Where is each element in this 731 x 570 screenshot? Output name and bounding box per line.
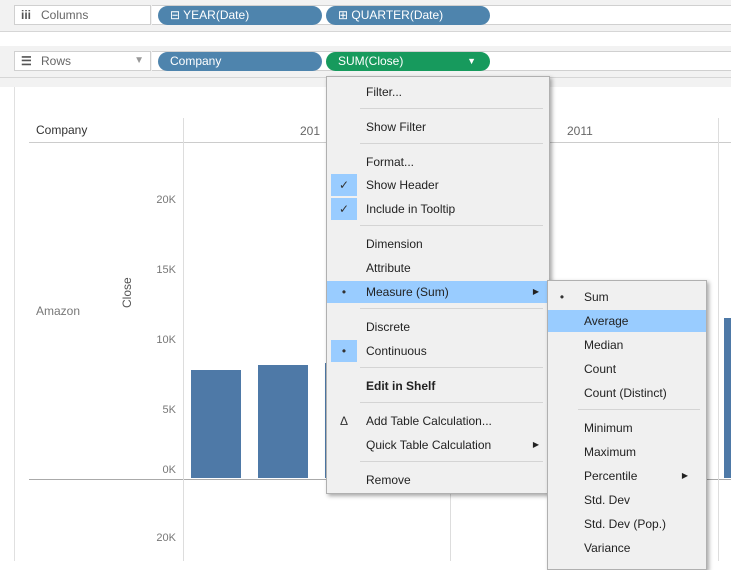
menu-attribute[interactable]: Attribute	[327, 257, 549, 279]
bullet-icon: •	[341, 285, 347, 299]
submenu-minimum[interactable]: Minimum	[548, 417, 706, 439]
bar-q1[interactable]	[191, 370, 241, 478]
company-header: Company	[36, 123, 88, 137]
menu-add-table-calc[interactable]: Δ Add Table Calculation...	[327, 410, 549, 432]
columns-icon: iii	[21, 8, 32, 22]
axis-tick: 10K	[156, 334, 176, 346]
submenu-percentile[interactable]: Percentile ▶	[548, 465, 706, 487]
axis-tick: 20K	[156, 194, 176, 206]
rows-shelf: ☰ Rows ▼ Company SUM(Close) ▼	[0, 46, 731, 78]
submenu-average[interactable]: Average	[548, 310, 706, 332]
submenu-sum[interactable]: • Sum	[548, 286, 706, 308]
axis-tick: 5K	[162, 404, 176, 416]
year-date-pill[interactable]: ⊟ YEAR(Date)	[158, 6, 322, 25]
submenu-arrow-icon: ▶	[532, 287, 539, 296]
bullet-icon: •	[559, 290, 565, 304]
submenu-median[interactable]: Median	[548, 334, 706, 356]
quarter-date-pill[interactable]: ⊞ QUARTER(Date)	[326, 6, 490, 25]
year-header-2011: 2011	[567, 124, 593, 138]
menu-include-tooltip[interactable]: ✓ Include in Tooltip	[327, 198, 549, 220]
submenu-std-dev[interactable]: Std. Dev	[548, 489, 706, 511]
submenu-maximum[interactable]: Maximum	[548, 441, 706, 463]
axis-title-close: Close	[120, 277, 134, 308]
submenu-count[interactable]: Count	[548, 358, 706, 380]
menu-filter[interactable]: Filter...	[327, 81, 549, 103]
menu-remove[interactable]: Remove	[327, 469, 549, 491]
year-header-2010: 201	[300, 124, 321, 138]
menu-continuous[interactable]: • Continuous	[327, 340, 549, 362]
bar-partial-edge[interactable]	[724, 318, 731, 478]
axis-tick: 0K	[162, 464, 176, 476]
submenu-arrow-icon: ▶	[532, 440, 539, 449]
menu-dimension[interactable]: Dimension	[327, 233, 549, 255]
menu-show-header[interactable]: ✓ Show Header	[327, 174, 549, 196]
company-pill[interactable]: Company	[158, 52, 322, 71]
pill-dropdown-icon[interactable]: ▼	[467, 52, 476, 71]
bullet-icon: •	[331, 340, 357, 362]
menu-quick-table-calc[interactable]: Quick Table Calculation ▶	[327, 434, 549, 456]
menu-discrete[interactable]: Discrete	[327, 316, 549, 338]
bar-q2[interactable]	[258, 364, 308, 478]
check-icon: ✓	[331, 198, 357, 220]
axis-tick: 15K	[156, 264, 176, 276]
menu-edit-in-shelf[interactable]: Edit in Shelf	[327, 375, 549, 397]
submenu-std-dev-pop[interactable]: Std. Dev (Pop.)	[548, 513, 706, 535]
delta-icon: Δ	[339, 414, 348, 428]
axis-tick: 20K	[156, 532, 176, 544]
columns-shelf-label: iii Columns	[14, 5, 151, 25]
columns-shelf: iii Columns ⊟ YEAR(Date) ⊞ QUARTER(Date)	[0, 0, 731, 32]
check-icon: ✓	[331, 174, 357, 196]
rows-dropdown-icon[interactable]: ▼	[134, 52, 144, 70]
sum-close-pill[interactable]: SUM(Close) ▼	[326, 52, 490, 71]
submenu-variance[interactable]: Variance	[548, 537, 706, 559]
measure-submenu: • Sum Average Median Count Count (Distin…	[547, 280, 707, 570]
submenu-arrow-icon: ▶	[681, 471, 688, 480]
menu-format[interactable]: Format...	[327, 151, 549, 173]
pill-context-menu: Filter... Show Filter Format... ✓ Show H…	[326, 76, 550, 494]
row-label-amazon: Amazon	[36, 304, 81, 318]
submenu-count-distinct[interactable]: Count (Distinct)	[548, 382, 706, 404]
rows-icon: ☰	[21, 54, 32, 68]
rows-shelf-label: ☰ Rows ▼	[14, 51, 151, 71]
menu-measure-sum[interactable]: • Measure (Sum) ▶	[327, 281, 549, 303]
menu-show-filter[interactable]: Show Filter	[327, 116, 549, 138]
